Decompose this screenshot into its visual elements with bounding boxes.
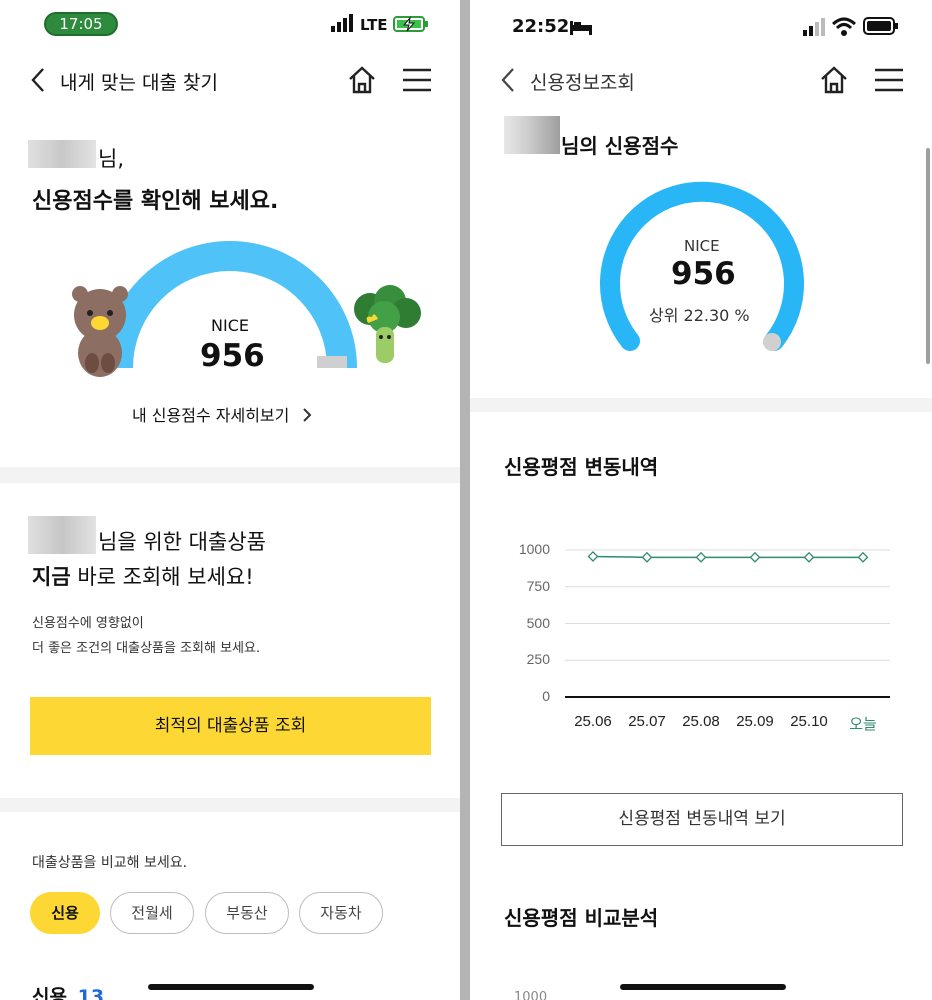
score-agency: NICE bbox=[211, 316, 249, 335]
y-tick-label: 750 bbox=[526, 577, 550, 594]
score-title-suffix: 님의 신용점수 bbox=[561, 134, 679, 158]
peek-tick-label: 1000 bbox=[514, 990, 548, 1000]
promo-suffix: 님을 위한 대출상품 bbox=[98, 530, 266, 554]
score-value: 956 bbox=[200, 338, 265, 374]
battery-charging-icon bbox=[393, 15, 429, 37]
menu-icon[interactable] bbox=[402, 67, 432, 97]
status-time: 17:05 bbox=[44, 12, 118, 36]
score-detail-link[interactable]: 내 신용점수 자세히보기 bbox=[132, 402, 312, 427]
status-time: 22:52 bbox=[512, 16, 570, 37]
network-label: LTE bbox=[360, 16, 388, 34]
broccoli-character-icon bbox=[350, 285, 424, 375]
compare-label: 대출상품을 비교해 보세요. bbox=[32, 855, 188, 871]
greeting-headline: 신용점수를 확인해 보세요. bbox=[32, 189, 279, 214]
series-line bbox=[592, 555, 863, 559]
score-rank: 상위 22.30 % bbox=[649, 306, 750, 325]
scrollbar[interactable] bbox=[926, 148, 930, 364]
x-tick-label: 오늘 bbox=[849, 716, 877, 733]
home-icon[interactable] bbox=[818, 64, 850, 100]
score-agency: NICE bbox=[684, 237, 720, 255]
list-header-label: 신용 bbox=[32, 986, 67, 1000]
promo-desc-2: 더 좋은 조건의 대출상품을 조회해 보세요. bbox=[32, 641, 261, 656]
list-header: 신용 13 bbox=[32, 982, 104, 1000]
home-indicator bbox=[620, 984, 786, 990]
home-icon[interactable] bbox=[346, 64, 378, 100]
chart-svg bbox=[565, 549, 890, 698]
history-view-button[interactable]: 신용평점 변동내역 보기 bbox=[501, 793, 903, 846]
bear-character-icon bbox=[68, 283, 132, 383]
right-screen: 22:52 신용정보조회 님의 신용점수 NICE 956 상위 22.30 %… bbox=[470, 0, 932, 1000]
bed-icon bbox=[570, 20, 592, 39]
x-tick-label: 25.08 bbox=[682, 713, 720, 730]
section-divider bbox=[0, 467, 460, 483]
chip-jeonse[interactable]: 전월세 bbox=[110, 892, 194, 934]
data-point bbox=[641, 551, 653, 563]
promo-emphasis: 지금 bbox=[32, 565, 71, 589]
data-point bbox=[695, 551, 707, 563]
page-title: 내게 맞는 대출 찾기 bbox=[60, 72, 218, 94]
back-icon[interactable] bbox=[500, 66, 516, 98]
home-indicator bbox=[148, 984, 314, 990]
chip-real-estate[interactable]: 부동산 bbox=[205, 892, 289, 934]
wifi-icon bbox=[831, 17, 857, 41]
section-divider bbox=[470, 398, 932, 412]
screen-divider bbox=[460, 0, 470, 1000]
score-value: 956 bbox=[671, 256, 736, 292]
list-header-count: 13 bbox=[77, 986, 105, 1000]
masked-username bbox=[28, 516, 96, 554]
y-tick-label: 1000 bbox=[518, 541, 550, 557]
menu-icon[interactable] bbox=[874, 67, 904, 97]
page-title: 신용정보조회 bbox=[530, 72, 635, 94]
chevron-right-icon bbox=[302, 407, 312, 427]
back-icon[interactable] bbox=[30, 66, 46, 98]
promo-rest: 바로 조회해 보세요! bbox=[70, 565, 254, 589]
promo-desc-1: 신용점수에 영향없이 bbox=[32, 616, 144, 631]
history-title: 신용평점 변동내역 bbox=[504, 455, 659, 479]
score-history-chart: 1000 750 500 250 0 25.06 25.07 25.08 25.09 25.10 오… bbox=[470, 0, 932, 760]
masked-username bbox=[504, 116, 560, 154]
masked-username bbox=[28, 140, 96, 168]
promo-headline: 지금 바로 조회해 보세요! bbox=[32, 561, 254, 591]
x-tick-label: 25.06 bbox=[574, 713, 612, 730]
optimal-loan-search-button[interactable]: 최적의 대출상품 조회 bbox=[30, 697, 431, 755]
data-point bbox=[803, 551, 815, 563]
signal-icon bbox=[330, 14, 356, 36]
section-divider bbox=[0, 798, 460, 812]
data-point bbox=[749, 551, 761, 563]
chip-credit[interactable]: 신용 bbox=[30, 892, 100, 934]
greeting-suffix: 님, bbox=[98, 147, 124, 171]
x-tick-label: 25.09 bbox=[736, 713, 774, 730]
x-tick-label: 25.07 bbox=[628, 713, 666, 730]
left-screen: 17:05 LTE 내게 맞는 대출 찾기 님, 신용점수를 확인해 보세요. bbox=[0, 0, 460, 1000]
compare-title: 신용평점 비교분석 bbox=[504, 906, 659, 930]
data-point bbox=[857, 551, 869, 563]
y-tick-label: 0 bbox=[542, 688, 550, 704]
battery-icon bbox=[863, 17, 899, 39]
y-tick-label: 250 bbox=[526, 651, 550, 668]
chip-car[interactable]: 자동차 bbox=[299, 892, 383, 934]
x-tick-label: 25.10 bbox=[790, 713, 828, 730]
signal-icon bbox=[802, 18, 826, 40]
y-tick-label: 500 bbox=[526, 614, 550, 631]
data-point bbox=[587, 551, 599, 562]
score-detail-label: 내 신용점수 자세히보기 bbox=[132, 406, 290, 425]
